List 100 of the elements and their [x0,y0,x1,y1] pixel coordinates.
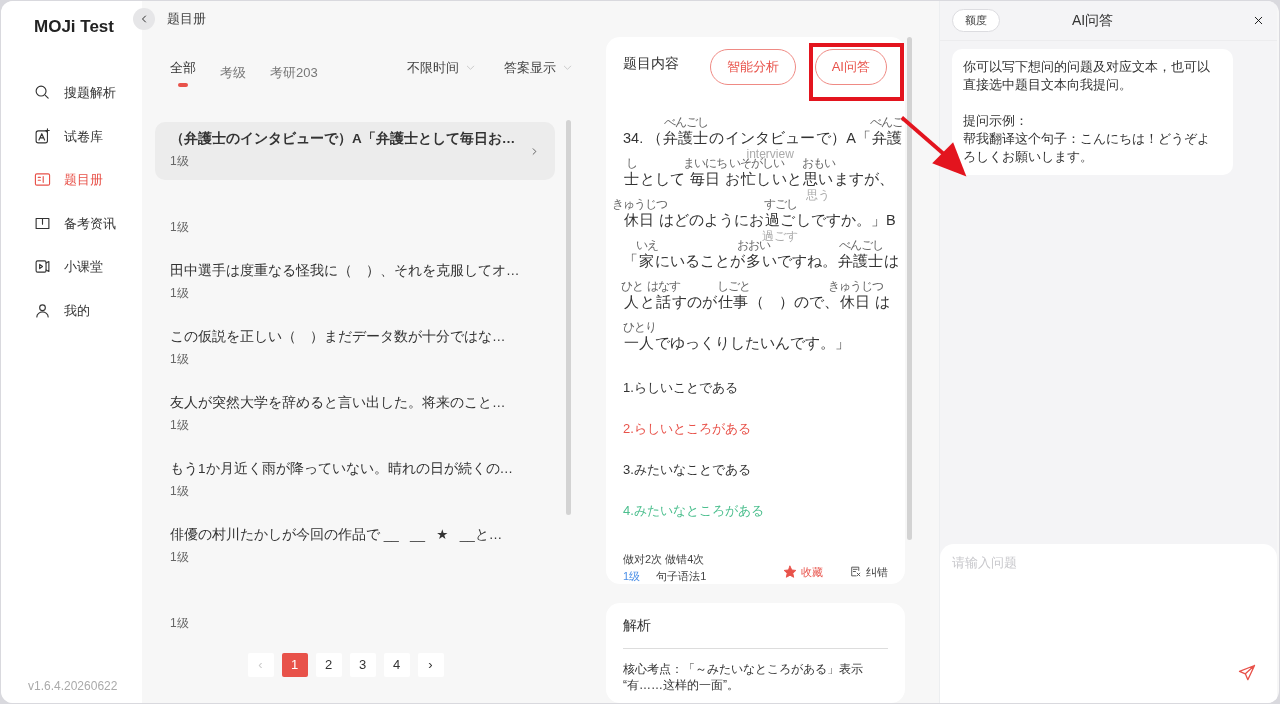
furigana: はなす [647,280,680,292]
furigana: いえ [635,239,658,251]
question-item[interactable]: 田中選手は度重なる怪我に（ ）、それを克服してオ… 1级 [155,254,555,312]
question-title: 田中選手は度重なる怪我に（ ）、それを克服してオ… [170,261,521,280]
letter-document-icon [34,127,51,145]
furigana: まいにち [683,157,728,169]
send-icon [1237,663,1257,683]
question-text: ますが、 [834,170,895,189]
question-text: インタビュー [725,130,816,146]
question-text: の [709,129,725,148]
favorite-button[interactable]: 收藏 [783,563,823,580]
scrollbar[interactable] [566,120,571,515]
star-icon [783,564,797,579]
question-text: いですね。 [762,252,837,271]
back-button[interactable] [133,8,155,30]
level-label: 1级 [170,483,190,500]
question-text: 弁護士 [663,130,709,146]
question-text: 一人 [624,335,654,351]
question-text: 34. （ [623,129,663,148]
breadcrumb: 题目册 [167,10,206,29]
furigana: しごと [716,280,750,292]
user-icon [34,301,51,319]
level-label: 1级 [170,351,190,368]
furigana: ひとり [622,321,656,333]
close-button[interactable] [1252,14,1265,27]
category-tag: 句子语法1 [656,567,707,584]
nav-item[interactable]: 我的 [1,288,142,332]
close-icon [1252,14,1265,27]
question-text: 家 [639,253,654,269]
question-text: 休日 [840,294,870,310]
question-item[interactable]: この仮説を正しい（ ）まだデータ数が十分ではな… 1级 [155,320,555,378]
question-item[interactable]: 友人が突然大学を辞めると言い出した。将来のこと… 1级 [155,386,555,444]
nav-item[interactable]: 小课堂 [1,245,142,289]
question-title: 俳優の村川たかしが今回の作品で __ __ ★ __と… [170,525,504,544]
furigana: いそがしい [728,157,784,169]
question-text: 人 [624,294,639,310]
question-text: 多 [746,253,761,269]
question-item[interactable]: （弁護士のインタビューで）A「弁護士として毎日お… 1级 [155,122,555,180]
question-text: にいることが [655,252,745,271]
filter-dropdown[interactable]: 答案显示 [504,58,573,78]
search-icon [34,84,51,102]
outline-button[interactable]: 智能分析 [709,49,796,85]
level-label: 1级 [170,285,190,302]
question-item[interactable]: 1级 [155,188,555,246]
question-text: と [640,293,655,312]
level-label: 1级 [170,219,190,236]
filter-dropdown[interactable]: 不限时间 [407,58,476,78]
tab[interactable]: 全部 [170,58,196,87]
question-text: しですか。」B [796,211,896,230]
tab[interactable]: 考级 [220,58,246,87]
question-text: 毎日 [690,171,721,187]
outline-button[interactable]: AI问答 [814,49,887,85]
furigana: ひと [620,280,643,292]
analysis-text: 核心考点：「～みたいなところがある」表示 “有……这样的一面”。 [623,661,864,693]
document-x-icon [849,565,862,579]
nav-item[interactable]: 试卷库 [1,114,142,158]
question-text: 思い [803,171,834,187]
furigana: すごし [763,198,797,210]
report-error-button[interactable]: 纠错 [849,563,888,580]
level-label: 1级 [170,549,190,566]
question-title: 友人が突然大学を辞めると言い出した。将来のこと… [170,393,507,412]
question-text: 仕事 [718,294,748,310]
nav-item[interactable]: 搜题解析 [1,71,142,115]
furigana: べんごし [838,239,883,251]
page-button[interactable]: 1 [281,653,308,677]
question-item[interactable]: 俳優の村川たかしが今回の作品で __ __ ★ __と… 1级 [155,518,555,576]
page-button[interactable]: 3 [349,653,376,677]
panel-title: AI问答 [1071,11,1114,30]
answer-option[interactable]: 1.らしいことである [623,367,888,408]
page-button[interactable]: 2 [315,653,342,677]
level-label: 1级 [170,615,190,632]
nav-item[interactable]: 备考资讯 [1,201,142,245]
quota-button[interactable]: 额度 [952,9,1000,32]
page-button[interactable]: 4 [383,653,410,677]
question-text: 弁護士 [838,253,883,269]
answer-option[interactable]: 3.みたいなことである [623,449,888,490]
question-text: お [724,170,741,189]
question-text: 休日 [624,212,654,228]
question-text: 話 [656,294,671,310]
app-logo: MOJi Test [33,16,115,38]
question-text: は [884,252,899,271]
question-item[interactable]: もう1か月近く雨が降っていない。晴れの日が続くの… 1级 [155,452,555,510]
level-tag: 1级 [623,567,641,584]
question-text: として [640,170,686,189]
question-text: 「 [623,252,638,271]
tab[interactable]: 考研203 [270,58,318,87]
next-page-button[interactable]: › [417,653,444,677]
nav-item[interactable]: 题目册 [1,158,142,202]
message-text: 你可以写下想问的问题及对应文本，也可以直接选中题目文本向我提问。 [963,59,1211,94]
question-text: いと [772,170,803,189]
gloss-label: 思う [806,189,831,201]
question-text: 士 [624,171,639,187]
question-item[interactable]: 1级 [155,584,555,642]
furigana: きゅうじつ [611,198,667,210]
furigana: きゅうじつ [827,280,883,292]
scrollbar[interactable] [907,37,912,540]
question-text: （ ）ので、 [749,293,839,312]
answer-option[interactable]: 2.らしいところがある [623,408,888,449]
gloss-label: 過ごす [762,230,799,242]
card-title: 解析 [623,616,652,635]
